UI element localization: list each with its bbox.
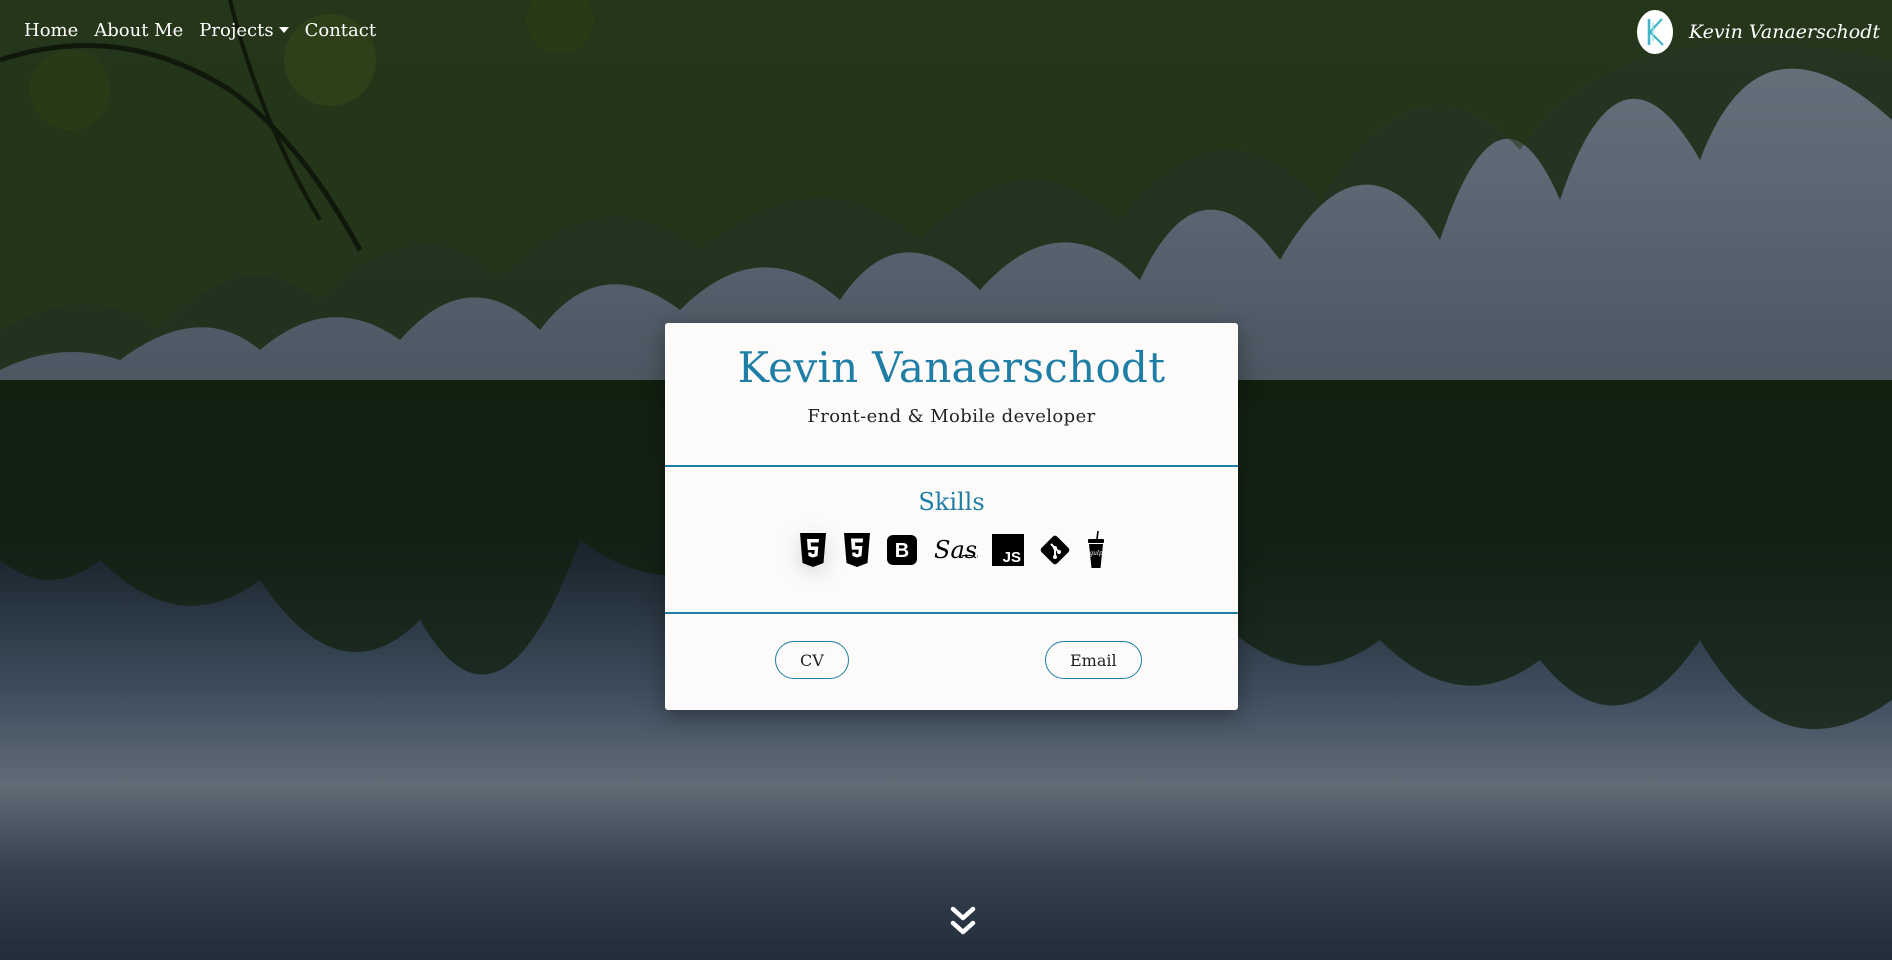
caret-down-icon: [278, 27, 289, 33]
brand-link[interactable]: Kevin Vanaerschodt: [1636, 10, 1880, 54]
nav-link-projects-label: Projects: [199, 20, 274, 41]
card-header: Kevin Vanaerschodt Front-end & Mobile de…: [665, 323, 1238, 465]
html5-icon: [798, 530, 828, 570]
top-navbar: Home About Me Projects Contact Kevin Van…: [0, 0, 1892, 64]
svg-text:Sass: Sass: [934, 536, 978, 564]
nav-link-projects-dropdown[interactable]: Projects: [199, 20, 289, 41]
nav-links: Home About Me Projects Contact: [24, 20, 376, 41]
bootstrap-icon: B: [886, 530, 918, 570]
nav-link-contact[interactable]: Contact: [305, 20, 376, 41]
k-monogram-logo-icon: [1636, 10, 1673, 54]
svg-text:B: B: [894, 540, 908, 562]
cv-button[interactable]: CV: [775, 641, 849, 679]
svg-text:JS: JS: [1002, 549, 1020, 566]
skill-icons: B Sass JS: [665, 530, 1238, 570]
javascript-icon: JS: [991, 530, 1024, 570]
gulp-icon: gulp: [1086, 530, 1106, 570]
sass-icon: Sass: [932, 530, 978, 570]
card-actions: CV Email: [665, 614, 1238, 710]
profile-name: Kevin Vanaerschodt: [737, 343, 1166, 392]
nav-link-home[interactable]: Home: [24, 20, 78, 41]
brand-name: Kevin Vanaerschodt: [1688, 21, 1880, 43]
git-icon: [1038, 530, 1072, 570]
skills-title: Skills: [918, 488, 985, 516]
skills-section: Skills B Sas JS gulp: [665, 467, 1238, 612]
email-button[interactable]: Email: [1045, 641, 1142, 679]
double-chevron-down-icon[interactable]: [950, 906, 976, 938]
css3-icon: [842, 530, 872, 570]
svg-text:gulp: gulp: [1089, 550, 1103, 557]
profile-role: Front-end & Mobile developer: [807, 406, 1096, 427]
profile-card: Kevin Vanaerschodt Front-end & Mobile de…: [665, 323, 1238, 710]
nav-link-about-me[interactable]: About Me: [94, 20, 183, 41]
